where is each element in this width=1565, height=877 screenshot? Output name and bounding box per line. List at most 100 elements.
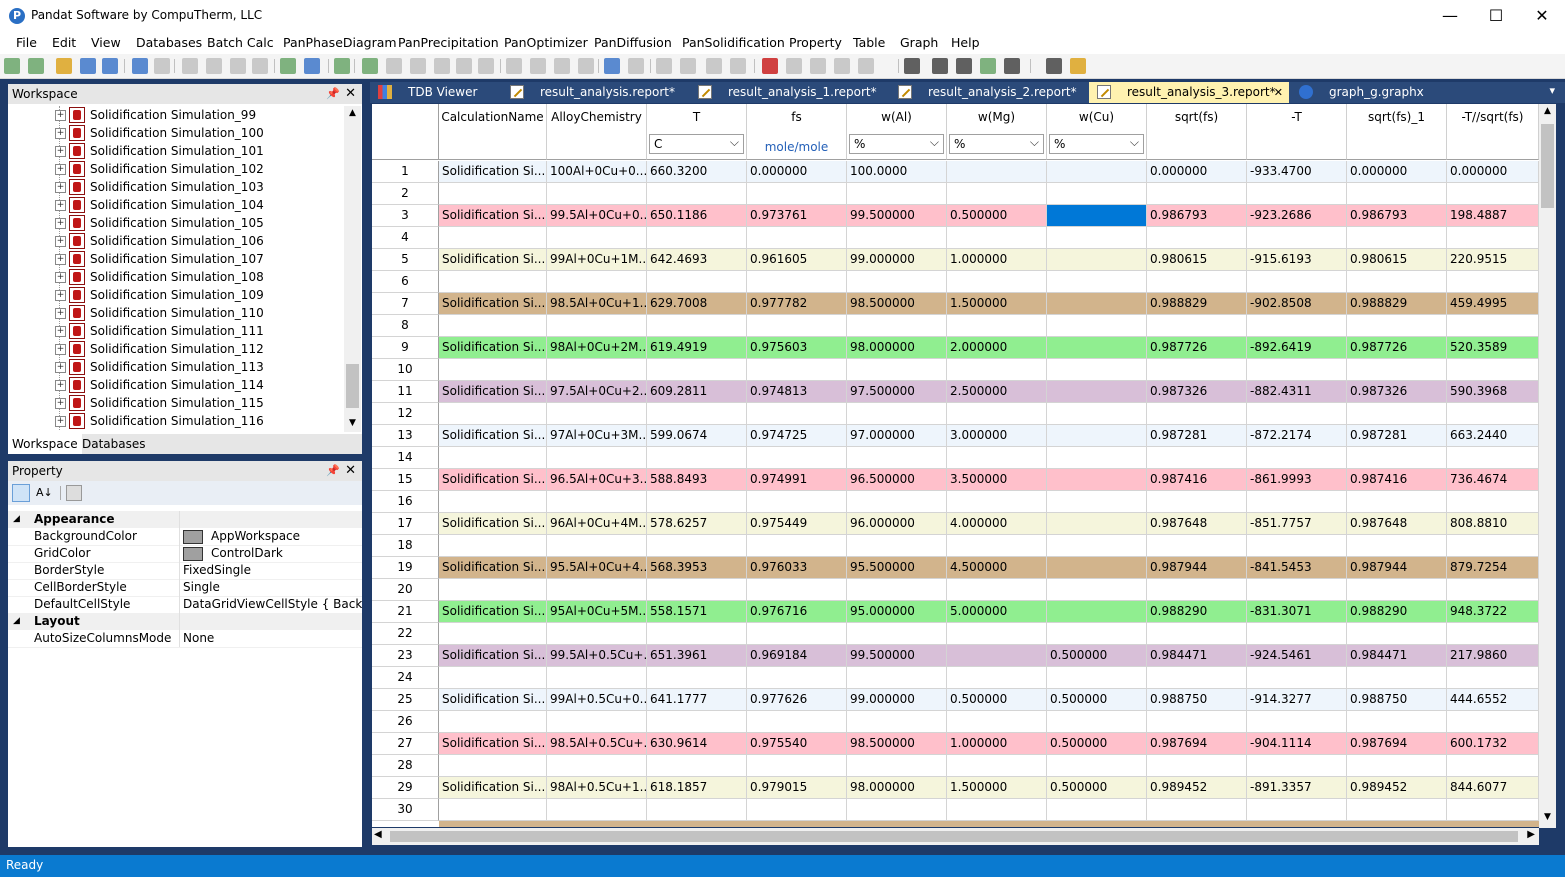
tree-item[interactable]: + Solidification Simulation_114: [8, 376, 344, 394]
table-cell[interactable]: [439, 183, 547, 205]
table-cell[interactable]: [439, 315, 547, 337]
table-cell[interactable]: 590.3968: [1447, 381, 1539, 403]
table-cell[interactable]: 4.500000: [947, 557, 1047, 579]
table-cell[interactable]: 588.8493: [647, 469, 747, 491]
table-cell[interactable]: [439, 403, 547, 425]
table-cell[interactable]: [439, 271, 547, 293]
table-row[interactable]: 1 Solidification Si... 100Al+0Cu+0... 660.3…: [372, 161, 1539, 183]
scroll-up-icon[interactable]: ▲: [1540, 106, 1555, 118]
scroll-left-icon[interactable]: ◀: [374, 829, 382, 840]
table-cell[interactable]: [647, 491, 747, 513]
property-pages-icon[interactable]: [66, 485, 82, 501]
table-cell[interactable]: [1147, 711, 1247, 733]
table-cell[interactable]: 0.987326: [1147, 381, 1247, 403]
table-cell[interactable]: [647, 403, 747, 425]
table-cell[interactable]: Solidification Si...: [439, 645, 547, 667]
table-row[interactable]: 24: [372, 667, 1539, 689]
close-button[interactable]: ✕: [1519, 0, 1565, 32]
table-row[interactable]: 8: [372, 315, 1539, 337]
table-cell[interactable]: [439, 447, 547, 469]
table-cell[interactable]: 99.500000: [847, 205, 947, 227]
table-cell[interactable]: [847, 623, 947, 645]
table-cell[interactable]: Solidification Si...: [439, 425, 547, 447]
table-cell[interactable]: [1247, 579, 1347, 601]
table-cell[interactable]: -902.8508: [1247, 293, 1347, 315]
table-row[interactable]: 19 Solidification Si... 95.5Al+0Cu+4... 568…: [372, 557, 1539, 579]
menu-file[interactable]: File: [16, 35, 37, 50]
table-cell[interactable]: [1347, 711, 1447, 733]
table-cell[interactable]: -841.5453: [1247, 557, 1347, 579]
table-cell[interactable]: 98.5Al+0.5Cu+...: [547, 733, 647, 755]
table-cell[interactable]: 0.988750: [1347, 689, 1447, 711]
chart-icon[interactable]: [730, 58, 746, 74]
table-cell[interactable]: 100.0000: [847, 161, 947, 183]
expand-icon[interactable]: +: [55, 182, 66, 193]
column-header[interactable]: w(Cu)%: [1047, 104, 1147, 160]
table-cell[interactable]: 0.989452: [1147, 777, 1247, 799]
expand-icon[interactable]: +: [55, 362, 66, 373]
property-row[interactable]: BackgroundColor AppWorkspace: [8, 528, 362, 546]
table-cell[interactable]: 0.987416: [1147, 469, 1247, 491]
table-cell[interactable]: 0.500000: [1047, 777, 1147, 799]
print-icon[interactable]: [154, 58, 170, 74]
table-cell[interactable]: 0.987694: [1347, 733, 1447, 755]
table-cell[interactable]: [1247, 755, 1347, 777]
doc-tab[interactable]: result_analysis.report*: [502, 82, 688, 103]
menu-view[interactable]: View: [91, 35, 121, 50]
table-cell[interactable]: 97.500000: [847, 381, 947, 403]
table-cell[interactable]: -914.3277: [1247, 689, 1347, 711]
table-cell[interactable]: 0.987726: [1147, 337, 1247, 359]
table-cell[interactable]: [847, 183, 947, 205]
tree-item[interactable]: + Solidification Simulation_99: [8, 106, 344, 124]
close-icon[interactable]: ✕: [345, 461, 356, 481]
row-number[interactable]: 25: [372, 689, 439, 711]
chart3-icon[interactable]: [810, 58, 826, 74]
table-cell[interactable]: [947, 667, 1047, 689]
table-cell[interactable]: [747, 359, 847, 381]
table-cell[interactable]: [1247, 711, 1347, 733]
table-cell[interactable]: 0.974813: [747, 381, 847, 403]
table-cell[interactable]: 0.969184: [747, 645, 847, 667]
tree-item[interactable]: + Solidification Simulation_110: [8, 304, 344, 322]
categorized-icon[interactable]: [12, 484, 30, 502]
table-cell[interactable]: [1447, 623, 1539, 645]
table-cell[interactable]: 0.987416: [1347, 469, 1447, 491]
table-row[interactable]: 12: [372, 403, 1539, 425]
column-header[interactable]: AlloyChemistry: [547, 104, 647, 160]
tree-item[interactable]: + Solidification Simulation_113: [8, 358, 344, 376]
property-value[interactable]: Single: [183, 579, 362, 596]
table-cell[interactable]: [1147, 359, 1247, 381]
table-cell[interactable]: 98Al+0Cu+2M...: [547, 337, 647, 359]
table-cell[interactable]: 618.1857: [647, 777, 747, 799]
row-number[interactable]: 29: [372, 777, 439, 799]
expand-icon[interactable]: +: [55, 236, 66, 247]
menu-graph[interactable]: Graph: [900, 35, 938, 50]
graph-icon[interactable]: [706, 58, 722, 74]
paste-icon[interactable]: [230, 58, 246, 74]
table-cell[interactable]: 0.988290: [1147, 601, 1247, 623]
table-cell[interactable]: 0.974991: [747, 469, 847, 491]
table-cell[interactable]: [847, 755, 947, 777]
expand-icon[interactable]: +: [55, 146, 66, 157]
pin-icon[interactable]: 📌: [326, 84, 340, 104]
table-cell[interactable]: 0.984471: [1347, 645, 1447, 667]
table-cell[interactable]: [439, 623, 547, 645]
doc-tab[interactable]: result_analysis_3.report* ✕: [1089, 82, 1289, 103]
grid-horizontal-scrollbar[interactable]: ◀ ▶: [372, 828, 1539, 845]
table-cell[interactable]: [1247, 535, 1347, 557]
table-cell[interactable]: [1347, 183, 1447, 205]
table-cell[interactable]: [547, 799, 647, 821]
expand-icon[interactable]: +: [55, 128, 66, 139]
table-cell[interactable]: [547, 271, 647, 293]
table-cell[interactable]: [1047, 227, 1147, 249]
table-cell[interactable]: 844.6077: [1447, 777, 1539, 799]
table-row[interactable]: 16: [372, 491, 1539, 513]
table-cell[interactable]: 2.500000: [947, 381, 1047, 403]
property-value[interactable]: ControlDark: [183, 545, 362, 562]
table-cell[interactable]: 0.000000: [747, 161, 847, 183]
table-cell[interactable]: [947, 227, 1047, 249]
table-cell[interactable]: Solidification Si...: [439, 381, 547, 403]
tree-item[interactable]: + Solidification Simulation_100: [8, 124, 344, 142]
table-cell[interactable]: [647, 183, 747, 205]
menu-pansolidification[interactable]: PanSolidification: [682, 35, 785, 50]
